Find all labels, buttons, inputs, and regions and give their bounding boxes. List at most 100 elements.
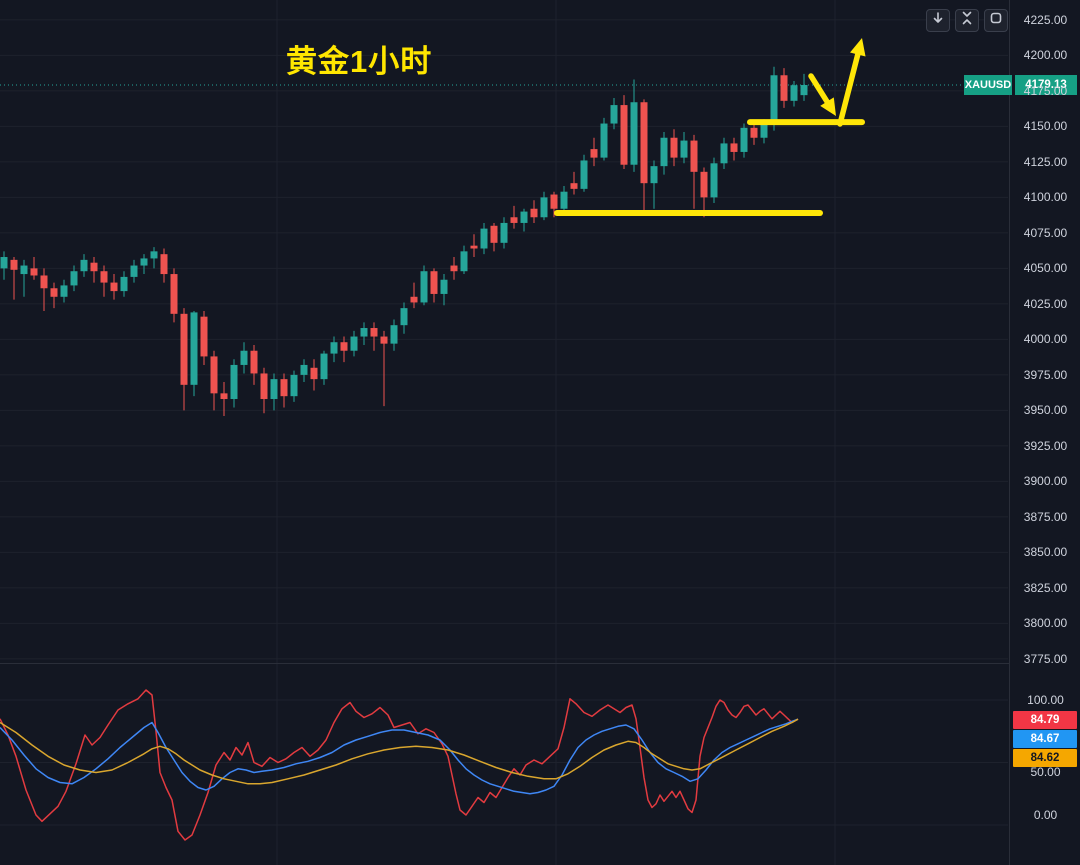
price-tick-label: 3950.00: [1010, 403, 1080, 417]
gridlines: [0, 0, 1008, 865]
candle-body: [161, 254, 168, 274]
scroll-to-latest-button[interactable]: [926, 9, 950, 32]
candle-body: [111, 283, 118, 292]
candle-body: [181, 314, 188, 385]
indicator-value-badge: 84.67: [1013, 730, 1077, 748]
candle-body: [201, 317, 208, 357]
candle-body: [771, 75, 778, 125]
candle-body: [351, 337, 358, 351]
candle-body: [481, 229, 488, 249]
candle-body: [761, 125, 768, 138]
collapse-icon: [959, 10, 975, 31]
price-tick-label: 3800.00: [1010, 616, 1080, 630]
trading-chart-app: 黄金1小时 XAUUSD 4179.13 4225.004200.004175.…: [0, 0, 1080, 865]
candle-body: [301, 365, 308, 375]
candle-body: [541, 197, 548, 217]
candle-body: [261, 373, 268, 399]
candle-body: [11, 260, 18, 270]
candle-body: [651, 166, 658, 183]
price-tick-label: 4225.00: [1010, 13, 1080, 27]
candle-body: [321, 354, 328, 380]
page-title: 黄金1小时: [286, 36, 432, 81]
candle-body: [61, 285, 68, 296]
candle-body: [251, 351, 258, 374]
maximize-pane-button[interactable]: [984, 9, 1008, 32]
candle-body: [361, 328, 368, 337]
candle-body: [311, 368, 318, 379]
candle-body: [741, 128, 748, 152]
price-tick-label: 3875.00: [1010, 510, 1080, 524]
candle-body: [711, 163, 718, 197]
candle-body: [671, 138, 678, 158]
price-tick-label: 3975.00: [1010, 368, 1080, 382]
candle-body: [41, 275, 48, 288]
candle-body: [71, 271, 78, 285]
indicator-line-fast: [0, 690, 798, 840]
candle-body: [661, 138, 668, 166]
indicator-line-mid: [0, 719, 798, 794]
candle-body: [21, 266, 28, 275]
candle-body: [691, 141, 698, 172]
candle-body: [461, 251, 468, 271]
price-tick-label: 4125.00: [1010, 155, 1080, 169]
candle-body: [271, 379, 278, 399]
price-tick-label: 4200.00: [1010, 48, 1080, 62]
candle-body: [641, 102, 648, 183]
candle-body: [721, 143, 728, 163]
candle-body: [431, 271, 438, 294]
candle-body: [1, 257, 8, 268]
candle-body: [441, 280, 448, 294]
candle-body: [371, 328, 378, 337]
candle-body: [801, 85, 808, 95]
candle-body: [291, 375, 298, 396]
symbol-label[interactable]: XAUUSD: [964, 75, 1012, 95]
maximize-icon: [988, 10, 1004, 31]
indicator-tick-label: 50.00: [1010, 765, 1080, 779]
candle-body: [51, 288, 58, 297]
price-axis[interactable]: 4179.13 4225.004200.004175.004150.004125…: [1009, 0, 1080, 865]
pane-toolbar: [926, 9, 1008, 32]
candles-series: [1, 67, 808, 416]
candle-body: [621, 105, 628, 165]
candle-body: [581, 160, 588, 188]
candle-body: [731, 143, 738, 152]
arrow-up-head[interactable]: [850, 38, 866, 56]
candle-body: [501, 223, 508, 243]
candle-body: [221, 393, 228, 399]
candle-body: [151, 251, 158, 258]
candle-body: [611, 105, 618, 123]
candle-body: [681, 141, 688, 158]
candle-body: [491, 226, 498, 243]
candle-body: [211, 356, 218, 393]
candle-body: [451, 266, 458, 272]
candle-body: [561, 192, 568, 209]
indicator-tick-label: 0.00: [1010, 808, 1080, 822]
candle-body: [471, 246, 478, 249]
candle-body: [101, 271, 108, 282]
candle-body: [701, 172, 708, 198]
candle-body: [381, 337, 388, 344]
candle-body: [341, 342, 348, 351]
price-tick-label: 3775.00: [1010, 652, 1080, 666]
price-tick-label: 3850.00: [1010, 545, 1080, 559]
candle-body: [231, 365, 238, 399]
candle-body: [391, 325, 398, 343]
candle-body: [331, 342, 338, 353]
candle-body: [551, 195, 558, 209]
arrow-up-shaft[interactable]: [840, 51, 859, 124]
indicator-value-badge: 84.79: [1013, 711, 1077, 729]
candle-body: [91, 263, 98, 272]
price-tick-label: 3825.00: [1010, 581, 1080, 595]
collapse-pane-button[interactable]: [955, 9, 979, 32]
price-tick-label: 3925.00: [1010, 439, 1080, 453]
candle-body: [601, 124, 608, 158]
candle-body: [141, 258, 148, 265]
candle-body: [521, 212, 528, 223]
candle-body: [511, 217, 518, 223]
price-tick-label: 4150.00: [1010, 119, 1080, 133]
chart-canvas[interactable]: [0, 0, 1080, 865]
candle-body: [571, 183, 578, 189]
candle-body: [131, 266, 138, 277]
indicator-tick-label: 100.00: [1010, 693, 1080, 707]
candle-body: [121, 277, 128, 291]
